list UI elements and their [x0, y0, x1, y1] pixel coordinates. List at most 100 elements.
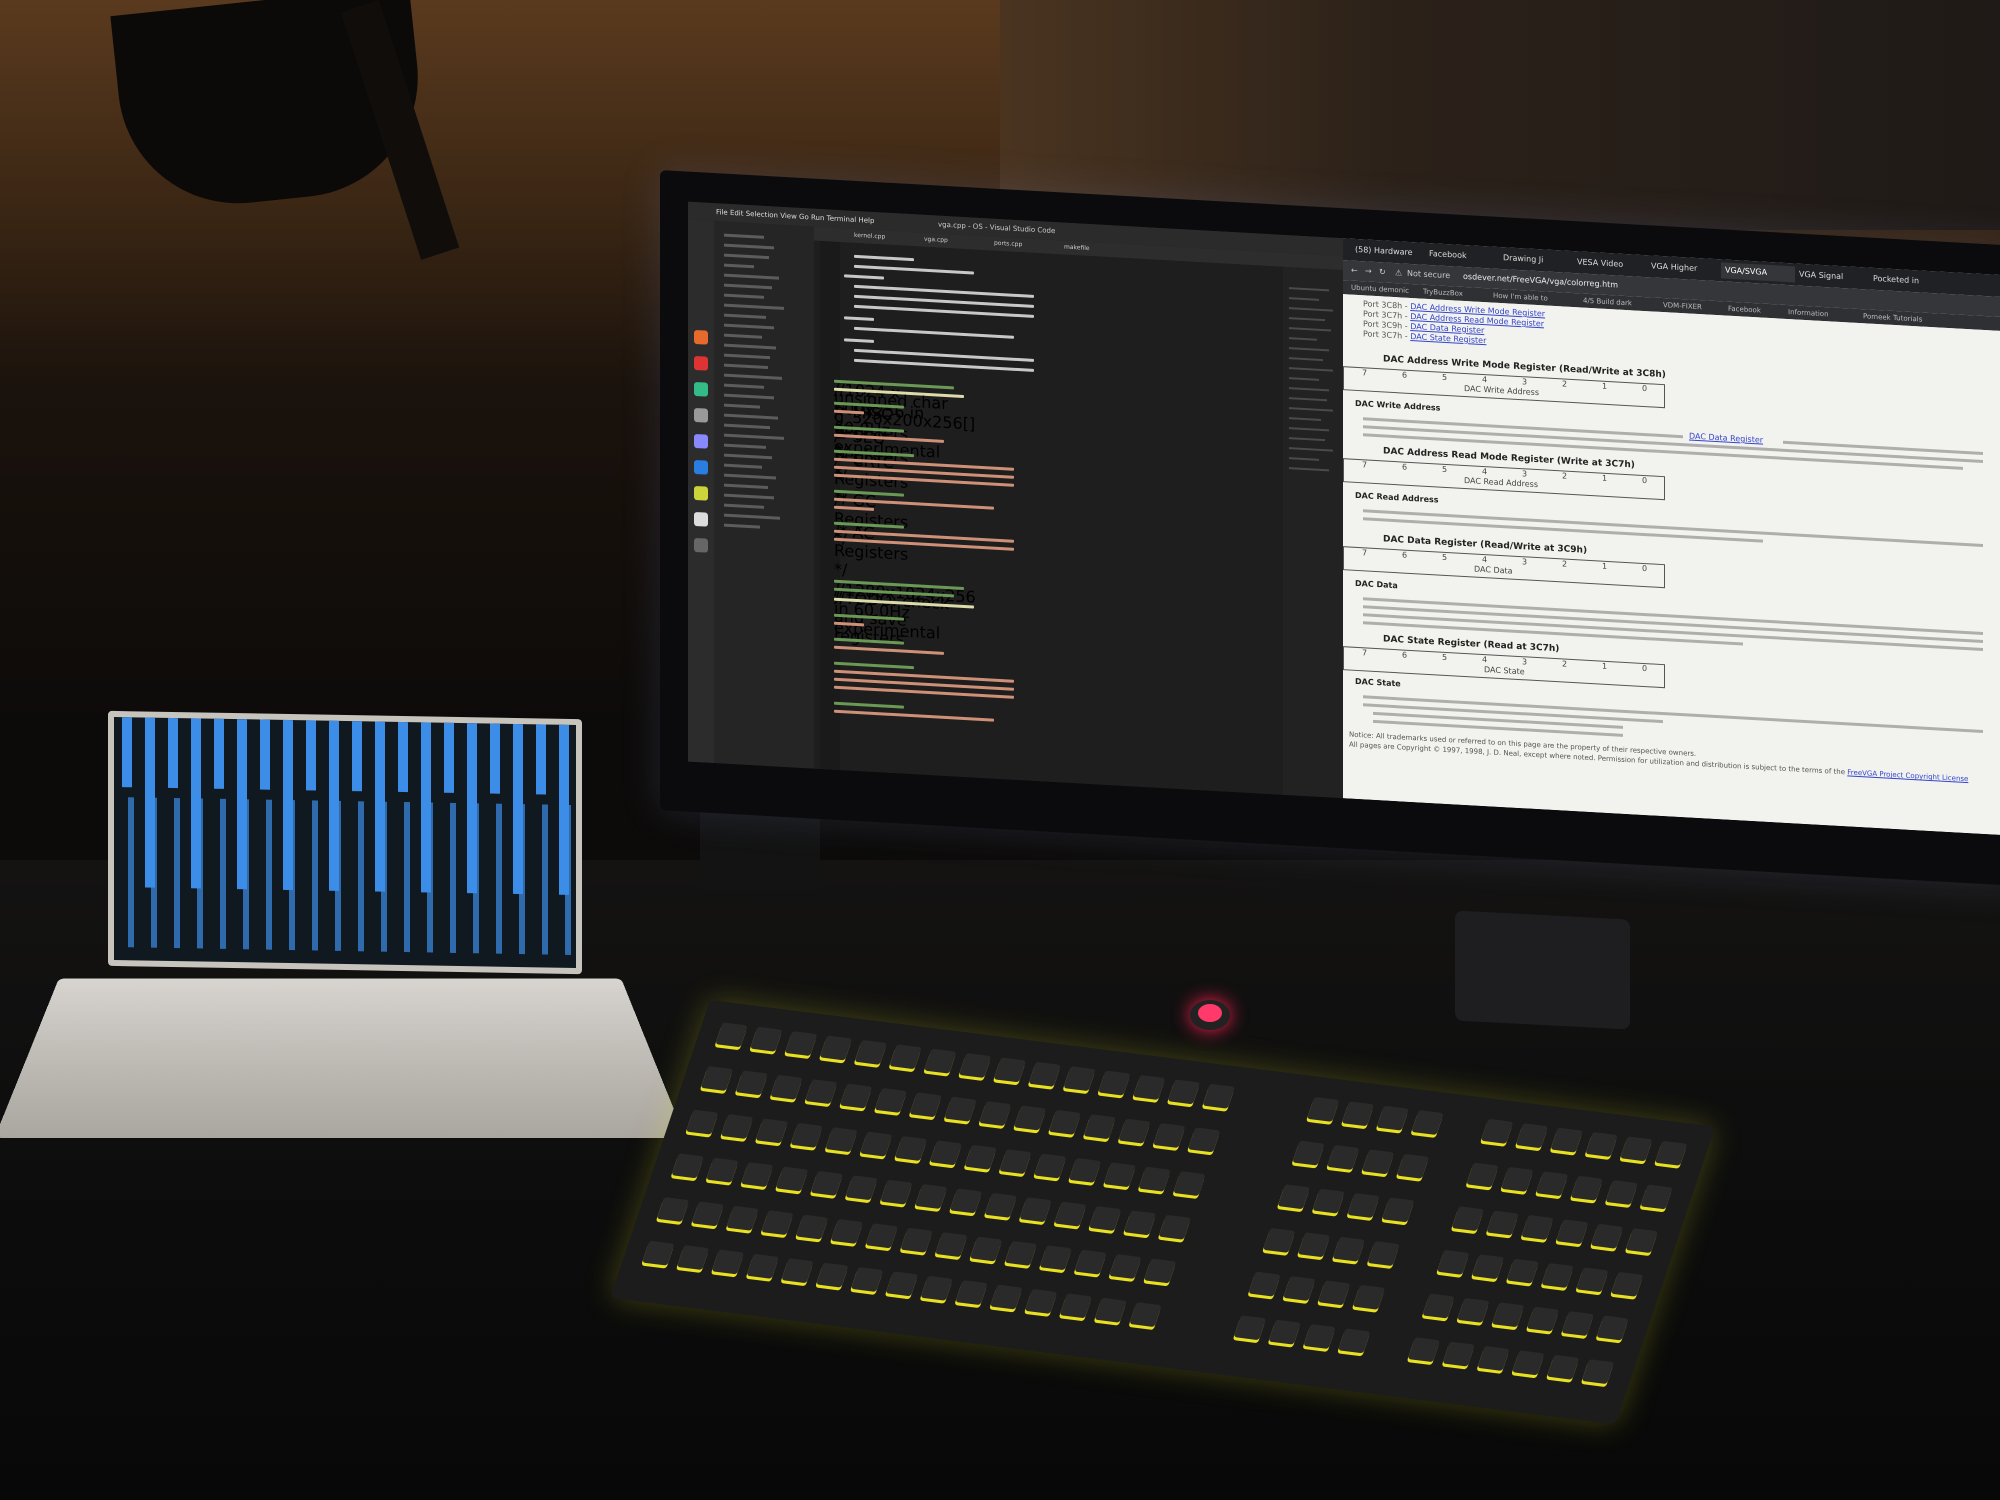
reload-icon[interactable]: ↻ — [1379, 262, 1386, 282]
browser-tab[interactable]: VGA Higher — [1647, 258, 1721, 278]
browser-tab[interactable]: Facebook — [1425, 246, 1499, 266]
keyboard-key — [1515, 1123, 1549, 1149]
files-icon[interactable] — [694, 407, 708, 423]
license-link[interactable]: FreeVGA Project Copyright License — [1847, 768, 1968, 783]
browser-tab[interactable]: Drawing Ji — [1499, 250, 1573, 270]
keyboard-key — [885, 1271, 919, 1297]
keyboard-key — [795, 1214, 829, 1240]
browser-tab-active[interactable]: VGA/SVGA — [1721, 262, 1795, 283]
url-security-label: Not secure — [1407, 268, 1451, 281]
keyboard-key — [642, 1240, 675, 1266]
screen-stripe — [404, 802, 410, 953]
photo-scene: File Edit Selection View Go Run Terminal… — [0, 0, 2000, 1500]
browser-tab[interactable]: VGA Signal — [1795, 266, 1869, 286]
apps-grid-icon[interactable] — [694, 537, 708, 553]
screen-stripe — [243, 799, 249, 950]
ubuntu-dock — [688, 219, 714, 764]
section-heading: DAC Data — [1355, 578, 1398, 591]
monitor: File Edit Selection View Go Run Terminal… — [660, 170, 2000, 887]
back-icon[interactable]: ← — [1351, 261, 1358, 281]
browser-tab[interactable]: VESA Video — [1573, 254, 1647, 274]
keyboard-key — [1541, 1262, 1574, 1288]
keyboard-key — [900, 1227, 933, 1253]
keyboard-key — [880, 1179, 913, 1205]
keyboard-key — [1512, 1350, 1545, 1376]
inline-link[interactable]: DAC Data Register — [1689, 432, 1763, 445]
keyboard-key — [990, 1284, 1023, 1310]
keyboard-key — [775, 1166, 809, 1192]
keyboard-key — [830, 1218, 864, 1244]
keyboard-key — [865, 1223, 899, 1249]
keyboard-key — [691, 1201, 725, 1227]
code-minimap[interactable] — [1283, 266, 1343, 799]
keyboard-key — [1013, 1105, 1047, 1131]
tab-kernel[interactable]: kernel.cpp — [854, 232, 885, 241]
keyboard-key — [874, 1087, 908, 1113]
keyboard-key — [1526, 1306, 1560, 1332]
keyboard-key — [761, 1210, 794, 1236]
keyboard-key — [1361, 1149, 1395, 1175]
calendar-icon[interactable] — [694, 355, 708, 371]
keyboard-key — [1382, 1197, 1415, 1223]
tab-vga[interactable]: vga.cpp — [924, 236, 948, 244]
screen-stripe — [490, 723, 500, 794]
screen-stripe — [473, 803, 479, 954]
section-heading: DAC Write Address — [1355, 398, 1441, 413]
keyboard-key — [1118, 1118, 1151, 1144]
keyboard-key — [816, 1262, 849, 1288]
keyboard-key — [810, 1170, 844, 1196]
tab-makefile[interactable]: makefile — [1064, 244, 1090, 252]
vscode-icon[interactable] — [694, 459, 708, 475]
keyboard-key — [1068, 1157, 1102, 1183]
keyboard-key — [1019, 1197, 1052, 1223]
keyboard-key — [1109, 1254, 1142, 1280]
keyboard-key — [1173, 1171, 1206, 1197]
tab-ports[interactable]: ports.cpp — [994, 240, 1022, 249]
browser-tab[interactable]: (58) Hardware — [1351, 242, 1425, 262]
keyboard-key — [1605, 1180, 1638, 1206]
keyboard-key — [1422, 1293, 1455, 1319]
keyboard-key — [1277, 1184, 1311, 1210]
keyboard-key — [1103, 1162, 1137, 1188]
keyboard-key — [920, 1275, 953, 1301]
vscode-window: File Edit Selection View Go Run Terminal… — [688, 201, 1343, 799]
code-editor[interactable]: //1024 x 600x256 in 60.0Hz experimental … — [814, 240, 1283, 795]
keyboard-key — [1451, 1206, 1485, 1232]
keyboard-key — [726, 1205, 759, 1231]
keyboard-key — [1167, 1079, 1201, 1105]
forward-icon[interactable]: → — [1365, 261, 1372, 281]
keyboard-key — [1341, 1101, 1375, 1127]
keyboard-key — [1407, 1337, 1441, 1363]
keyboard-key — [1590, 1223, 1624, 1249]
firefox-icon[interactable] — [694, 329, 708, 345]
app-icon[interactable] — [694, 485, 708, 501]
keyboard-key — [999, 1149, 1032, 1175]
keyboard-key — [700, 1065, 734, 1091]
keyboard-key — [825, 1127, 858, 1153]
keyboard-key — [1576, 1267, 1609, 1293]
keyboard-key — [790, 1122, 823, 1148]
screen-stripe — [381, 801, 387, 952]
keyboard-key — [1317, 1280, 1351, 1306]
keyboard-key — [781, 1258, 814, 1284]
chrome-icon[interactable] — [694, 381, 708, 397]
browser-tab[interactable]: Pocketed in — [1869, 271, 1943, 291]
keyboard-key — [784, 1031, 818, 1057]
screen-stripe — [174, 798, 180, 949]
screen-stripe — [312, 800, 318, 951]
keyboard-key — [1297, 1232, 1331, 1258]
keyboard-key — [1581, 1359, 1615, 1385]
screen-stripe — [151, 797, 157, 948]
keyboard-key — [854, 1039, 888, 1065]
keyboard-key — [1187, 1127, 1221, 1153]
keyboard-key — [1442, 1341, 1475, 1367]
keyboard-key — [1248, 1271, 1281, 1297]
keyboard-key — [1138, 1166, 1171, 1192]
keyboard-key — [1457, 1297, 1490, 1323]
screen-stripe — [289, 800, 295, 951]
text-editor-icon[interactable] — [694, 511, 708, 527]
keyboard-key — [1059, 1293, 1093, 1319]
screen-stripe — [197, 798, 203, 949]
keyboard-key — [1491, 1302, 1525, 1328]
discord-icon[interactable] — [694, 433, 708, 449]
